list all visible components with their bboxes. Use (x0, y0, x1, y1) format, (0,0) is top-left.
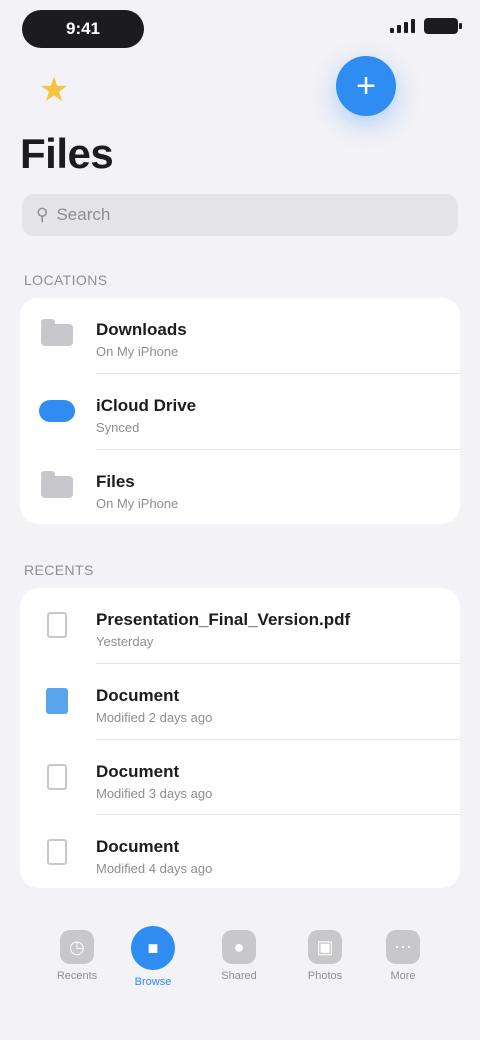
recent-row[interactable]: Document Modified 3 days ago (20, 740, 460, 814)
recent-subtitle: Modified 2 days ago (96, 710, 213, 725)
recent-subtitle: Modified 4 days ago (96, 861, 213, 876)
recent-title: Document (96, 762, 180, 781)
location-row-downloads[interactable]: Downloads On My iPhone (20, 298, 460, 373)
clock-icon: ◷ (60, 930, 94, 964)
location-title: Files (96, 472, 135, 491)
document-icon (38, 610, 76, 640)
recent-row[interactable]: Document Modified 4 days ago (20, 815, 460, 888)
location-title: iCloud Drive (96, 396, 197, 415)
recent-row[interactable]: Presentation_Final_Version.pdf Yesterday (20, 588, 460, 663)
location-title: Downloads (96, 320, 187, 339)
tab-photos[interactable]: ▣ Photos (296, 930, 354, 1000)
tab-bar: ◷ Recents ■ Browse ● Shared ▣ Photos ⋯ M… (0, 926, 480, 1040)
folder-icon (38, 471, 76, 502)
location-subtitle: On My iPhone (96, 496, 179, 511)
status-bar: 9:41 (0, 0, 480, 64)
folder-icon (38, 319, 76, 350)
battery-icon (424, 18, 462, 34)
search-placeholder: Search (56, 205, 111, 224)
plus-icon: + (356, 67, 376, 105)
tab-label: Browse (134, 976, 172, 988)
search-input[interactable]: ⚲ Search (22, 194, 458, 236)
page-title: Files (20, 130, 114, 177)
ellipsis-icon: ⋯ (386, 930, 420, 964)
search-icon: ⚲ (36, 205, 49, 224)
location-row-icloud[interactable]: iCloud Drive Synced (20, 374, 460, 449)
tab-label: Photos (307, 970, 343, 982)
cloud-icon (38, 396, 76, 426)
recent-subtitle: Modified 3 days ago (96, 786, 213, 801)
recent-title: Document (96, 686, 180, 705)
recent-subtitle: Yesterday (96, 634, 154, 649)
location-subtitle: Synced (96, 420, 140, 435)
recents-section-label: Recents (24, 562, 94, 578)
location-subtitle: On My iPhone (96, 344, 179, 359)
recent-title: Presentation_Final_Version.pdf (96, 610, 351, 629)
status-indicators (390, 18, 462, 34)
tab-recents[interactable]: ◷ Recents (48, 930, 106, 1000)
document-icon (38, 837, 76, 867)
recent-row[interactable]: Document Modified 2 days ago (20, 664, 460, 739)
tab-label: Shared (221, 970, 257, 982)
document-icon (38, 762, 76, 792)
favorites-star-icon[interactable]: ★ (34, 70, 74, 110)
tab-label: Recents (56, 970, 98, 982)
add-button[interactable]: + (336, 56, 396, 116)
status-time: 9:41 (65, 19, 101, 38)
photo-icon: ▣ (308, 930, 342, 964)
locations-card: Downloads On My iPhone iCloud Drive Sync… (20, 298, 460, 524)
tab-browse[interactable]: ■ Browse (124, 926, 182, 1000)
document-icon (38, 686, 76, 716)
folder-icon: ■ (131, 926, 175, 970)
signal-icon (390, 19, 416, 33)
person-icon: ● (222, 930, 256, 964)
tab-more[interactable]: ⋯ More (374, 930, 432, 1000)
tab-shared[interactable]: ● Shared (210, 930, 268, 1000)
locations-section-label: Locations (24, 272, 108, 288)
recent-title: Document (96, 837, 180, 856)
location-row-files[interactable]: Files On My iPhone (20, 450, 460, 524)
status-time-pill: 9:41 (22, 10, 144, 48)
recents-card: Presentation_Final_Version.pdf Yesterday… (20, 588, 460, 888)
tab-label: More (390, 970, 416, 982)
